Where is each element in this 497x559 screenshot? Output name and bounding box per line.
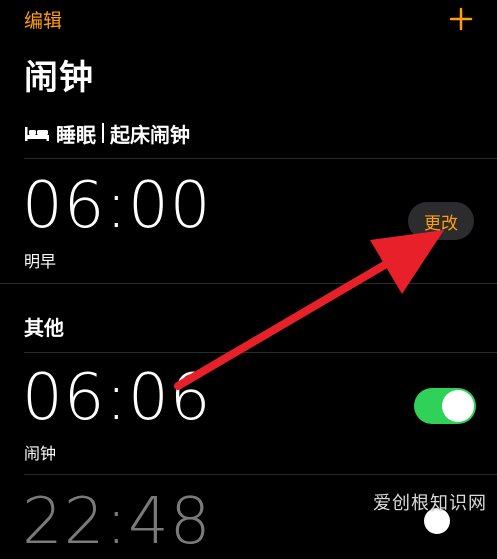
divider — [0, 283, 497, 284]
sleep-divider — [102, 123, 104, 143]
toggle-knob — [442, 390, 474, 422]
sleep-alarm-time: 06:00 — [22, 169, 212, 243]
alarm-time: 06:06 — [22, 361, 212, 435]
add-alarm-button[interactable] — [446, 4, 476, 34]
plus-icon — [449, 7, 473, 31]
change-button[interactable]: 更改 — [408, 202, 474, 240]
nav-bar: 编辑 — [0, 0, 497, 44]
alarm-toggle[interactable] — [414, 388, 476, 424]
edit-button[interactable]: 编辑 — [24, 6, 62, 33]
watermark: 爱创根知识网 — [373, 493, 487, 514]
sleep-section-header: 睡眠 起床闹钟 — [24, 118, 190, 148]
sleep-alarm-sublabel: 明早 — [24, 252, 57, 271]
divider — [24, 158, 497, 159]
alarm-label: 闹钟 — [24, 444, 57, 463]
wake-up-alarm-label: 起床闹钟 — [110, 122, 190, 147]
section-title-other: 其他 — [24, 316, 64, 340]
sleep-label: 睡眠 — [56, 122, 96, 147]
bed-icon — [25, 127, 49, 141]
divider — [24, 474, 497, 475]
divider — [24, 352, 497, 353]
alarm-time: 22:48 — [22, 485, 212, 559]
page-title: 闹钟 — [24, 58, 94, 98]
